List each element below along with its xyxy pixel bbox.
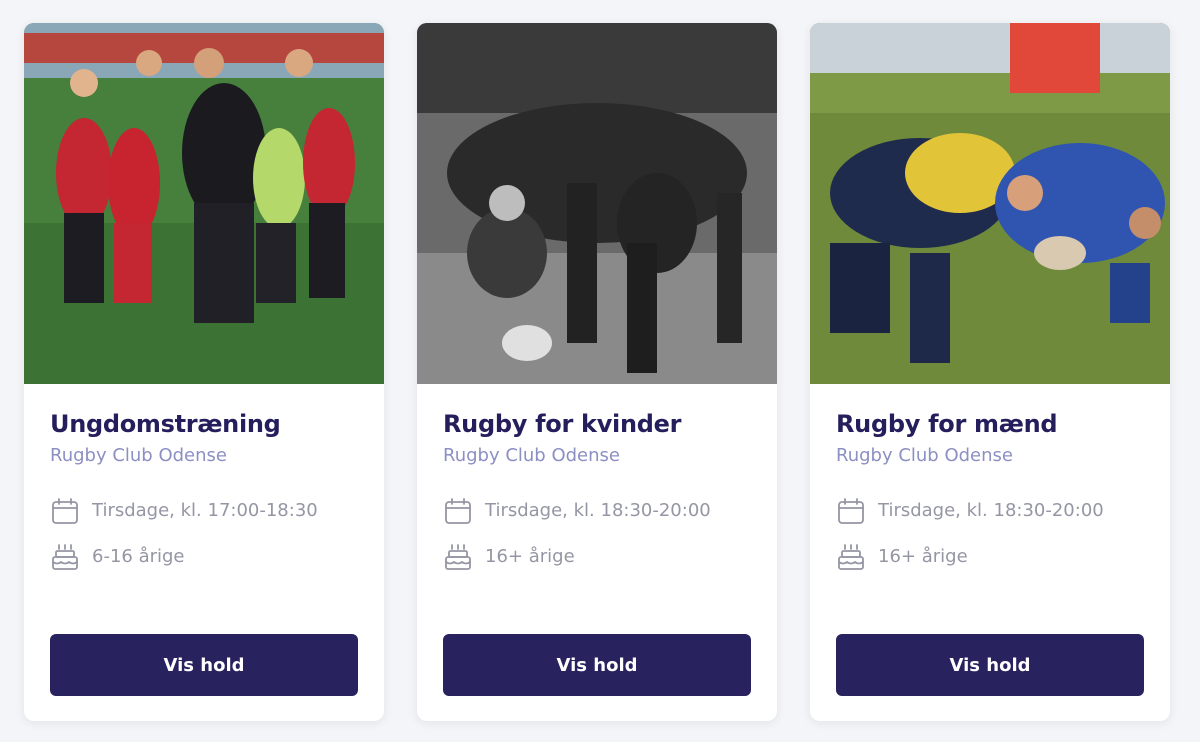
show-team-button[interactable]: Vis hold bbox=[443, 634, 751, 696]
card-photo-men bbox=[810, 23, 1170, 384]
card-club-name: Rugby Club Odense bbox=[836, 444, 1013, 466]
card-club-name: Rugby Club Odense bbox=[50, 444, 227, 466]
card-club-name: Rugby Club Odense bbox=[443, 444, 620, 466]
birthday-cake-icon bbox=[445, 543, 471, 570]
schedule-row: Tirsdage, kl. 18:30-20:00 bbox=[443, 496, 751, 526]
card-title: Rugby for kvinder bbox=[443, 410, 682, 438]
age-row: 16+ årige bbox=[836, 542, 1144, 572]
calendar-icon bbox=[52, 497, 78, 524]
calendar-icon bbox=[445, 497, 471, 524]
team-card-women: Rugby for kvinder Rugby Club Odense Tirs… bbox=[417, 23, 777, 721]
calendar-icon bbox=[838, 497, 864, 524]
team-card-grid: Ungdomstræning Rugby Club Odense Tirsdag… bbox=[24, 23, 1170, 721]
age-row: 6-16 årige bbox=[50, 542, 358, 572]
age-text: 16+ årige bbox=[485, 546, 575, 568]
schedule-text: Tirsdage, kl. 18:30-20:00 bbox=[878, 500, 1104, 522]
schedule-text: Tirsdage, kl. 17:00-18:30 bbox=[92, 500, 318, 522]
show-team-button[interactable]: Vis hold bbox=[50, 634, 358, 696]
show-team-button[interactable]: Vis hold bbox=[836, 634, 1144, 696]
age-text: 6-16 årige bbox=[92, 546, 185, 568]
birthday-cake-icon bbox=[52, 543, 78, 570]
card-title: Rugby for mænd bbox=[836, 410, 1058, 438]
schedule-row: Tirsdage, kl. 18:30-20:00 bbox=[836, 496, 1144, 526]
birthday-cake-icon bbox=[838, 543, 864, 570]
card-title: Ungdomstræning bbox=[50, 410, 281, 438]
schedule-row: Tirsdage, kl. 17:00-18:30 bbox=[50, 496, 358, 526]
age-text: 16+ årige bbox=[878, 546, 968, 568]
schedule-text: Tirsdage, kl. 18:30-20:00 bbox=[485, 500, 711, 522]
card-photo-youth bbox=[24, 23, 384, 384]
team-card-men: Rugby for mænd Rugby Club Odense Tirsdag… bbox=[810, 23, 1170, 721]
card-photo-women bbox=[417, 23, 777, 384]
team-card-youth: Ungdomstræning Rugby Club Odense Tirsdag… bbox=[24, 23, 384, 721]
age-row: 16+ årige bbox=[443, 542, 751, 572]
